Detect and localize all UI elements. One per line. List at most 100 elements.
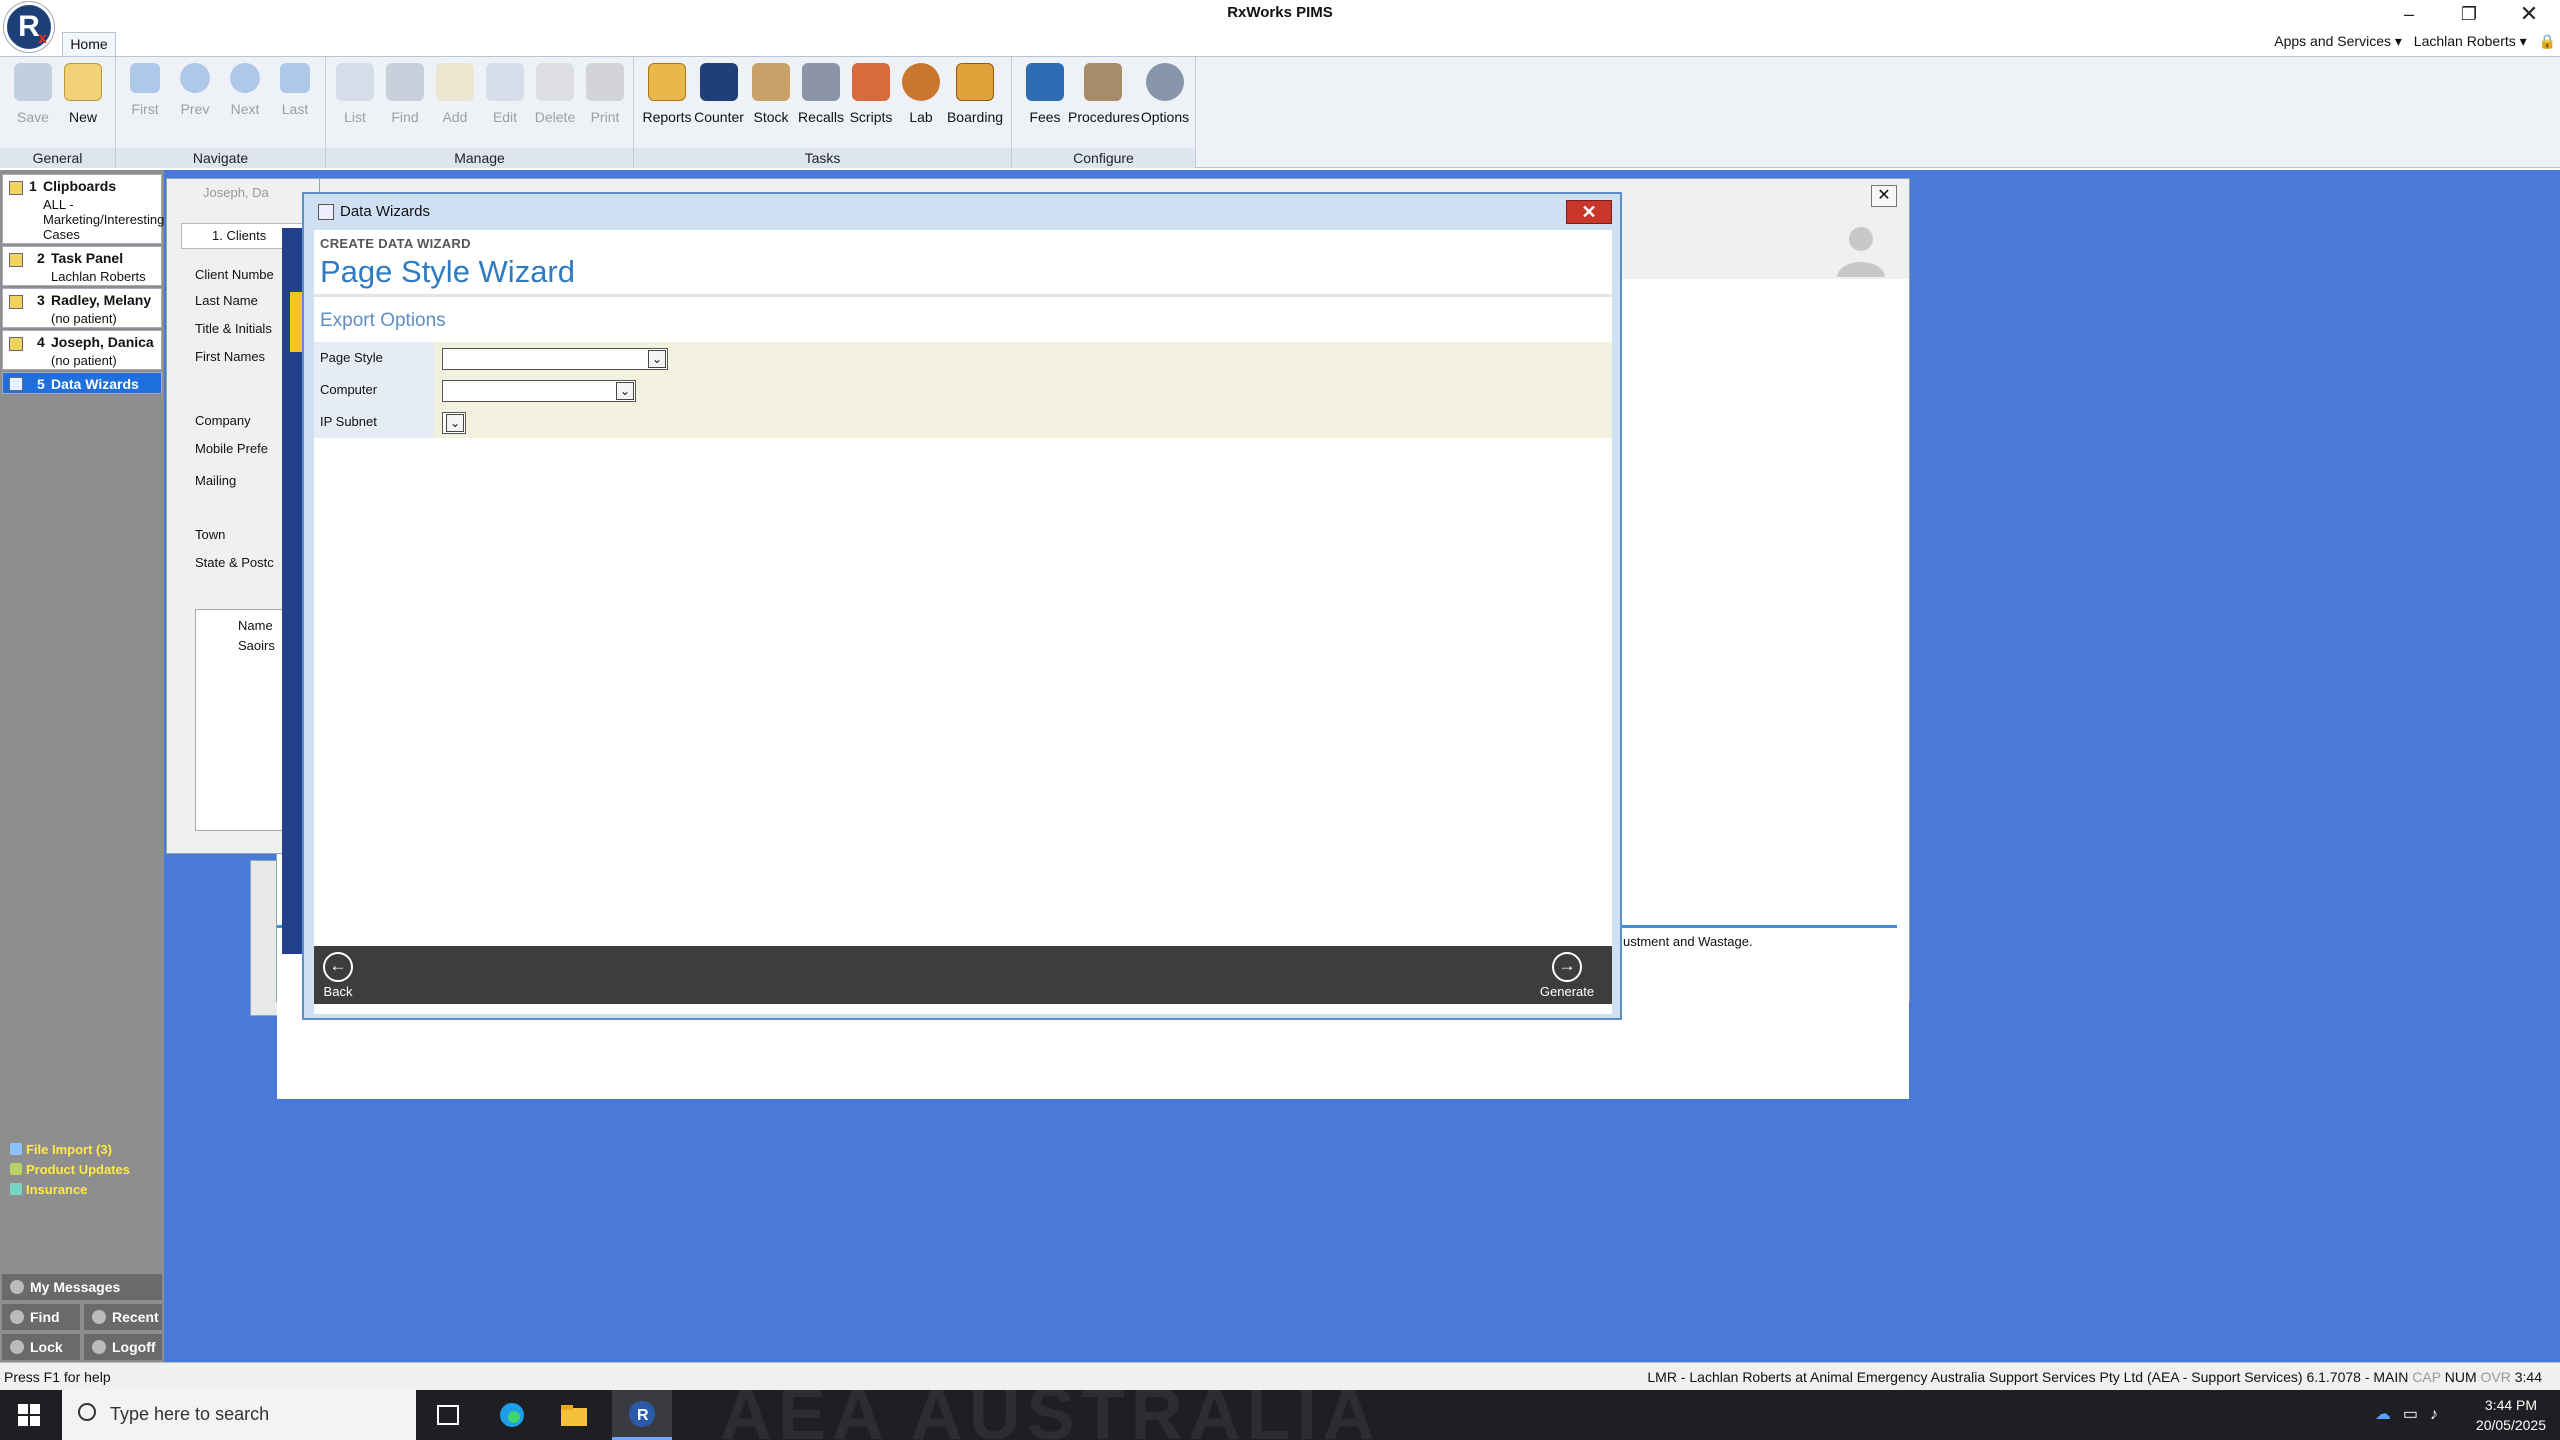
computer-label: Computer	[314, 374, 434, 406]
ribbon-group-tasks: Reports Counter Stock Recalls Scripts La…	[634, 57, 1012, 168]
app-menu-logo-icon[interactable]: Rx	[4, 2, 54, 52]
nav-item-data-wizards[interactable]: 5 Data Wizards	[2, 372, 162, 394]
logo-letter: R	[18, 10, 40, 43]
nav-item-joseph-danica[interactable]: 4 Joseph, Danica (no patient)	[2, 330, 162, 370]
background-dark-panel	[282, 228, 304, 954]
next-button[interactable]: Next	[220, 63, 270, 135]
restore-button[interactable]: ❐	[2440, 0, 2498, 28]
print-button[interactable]: Print	[580, 63, 630, 135]
wizard-footer: ← Back → Generate	[314, 946, 1612, 1004]
divider	[314, 294, 1612, 297]
list-icon	[336, 63, 374, 101]
windows-start-icon[interactable]	[18, 1404, 40, 1426]
left-navigation-panel: 1 Clipboards ALL - Marketing/Interesting…	[0, 170, 164, 1362]
dialog-title-bar: Data Wizards ✕	[304, 194, 1620, 228]
stock-scale-icon	[752, 63, 790, 101]
apps-and-services-menu[interactable]: Apps and Services ▾	[2274, 33, 2402, 49]
product-updates-link[interactable]: Product Updates	[10, 1162, 130, 1177]
page-style-select[interactable]: ⌄	[442, 348, 668, 370]
ip-subnet-label: IP Subnet	[314, 406, 434, 438]
title-bar: RxWorks PIMS – ❐ ✕	[0, 0, 2560, 30]
chevron-down-icon[interactable]: ⌄	[446, 414, 464, 432]
ribbon-group-navigate: First Prev Next Last Navigate	[116, 57, 326, 168]
options-button[interactable]: Options	[1140, 63, 1190, 135]
recent-button[interactable]: Recent	[84, 1304, 162, 1330]
minimize-button[interactable]: –	[2380, 0, 2438, 28]
system-tray-icons[interactable]: ☁▭♪	[2375, 1404, 2450, 1424]
scripts-syringe-icon	[852, 63, 890, 101]
background-close-icon[interactable]: ✕	[1871, 185, 1897, 207]
nav-item-task-panel[interactable]: 2 Task Panel Lachlan Roberts	[2, 246, 162, 286]
mailing-label: Mailing	[195, 473, 237, 488]
app-title: RxWorks PIMS	[1227, 4, 1333, 21]
ribbon-group-general: Save New General	[0, 57, 116, 168]
data-wizard-icon	[318, 204, 334, 220]
product-updates-icon	[10, 1163, 22, 1175]
my-messages-button[interactable]: My Messages	[2, 1274, 162, 1300]
last-button[interactable]: Last	[270, 63, 320, 135]
client-number-label: Client Numbe	[195, 267, 274, 282]
taskbar-search-input[interactable]: Type here to search	[62, 1390, 416, 1440]
recalls-printer-icon	[802, 63, 840, 101]
procedures-button[interactable]: Procedures	[1068, 63, 1140, 135]
first-button[interactable]: First	[120, 63, 170, 135]
rxworks-taskbar-icon[interactable]: R	[612, 1390, 672, 1440]
last-record-icon	[280, 63, 310, 93]
lab-button[interactable]: Lab	[896, 63, 946, 135]
computer-select[interactable]: ⌄	[442, 380, 636, 402]
volume-icon[interactable]: ♪	[2430, 1406, 2450, 1423]
overwrite-indicator: OVR	[2480, 1369, 2511, 1385]
file-import-link[interactable]: File Import (3)	[10, 1142, 112, 1157]
first-names-label: First Names	[195, 349, 266, 364]
account-area: Apps and Services ▾ Lachlan Roberts ▾ 🔒	[2266, 33, 2556, 50]
ribbon-group-configure: Fees Procedures Options Configure	[1012, 57, 1196, 168]
nav-item-clipboards[interactable]: 1 Clipboards ALL - Marketing/Interesting…	[2, 174, 164, 244]
logoff-button[interactable]: Logoff	[84, 1334, 162, 1360]
task-panel-icon	[9, 253, 23, 267]
previous-arrow-icon	[180, 63, 210, 93]
session-info: LMR - Lachlan Roberts at Animal Emergenc…	[1647, 1369, 2409, 1385]
logo-mark: x	[38, 30, 47, 47]
file-import-icon	[10, 1143, 22, 1155]
lock-button[interactable]: Lock	[2, 1334, 80, 1360]
envelope-icon	[10, 1280, 24, 1294]
boarding-button[interactable]: Boarding	[947, 63, 1003, 135]
back-button[interactable]: ← Back	[318, 952, 358, 999]
clock-time: 3:44 PM	[2484, 1397, 2538, 1413]
grid-row[interactable]: Saoirs	[238, 638, 275, 653]
last-name-label: Last Name	[195, 293, 258, 308]
data-wizard-icon	[9, 377, 23, 391]
lock-icon[interactable]: 🔒	[2539, 33, 2556, 49]
user-menu[interactable]: Lachlan Roberts ▾	[2414, 33, 2527, 49]
tab-home[interactable]: Home	[62, 32, 116, 57]
generate-button[interactable]: → Generate	[1530, 952, 1604, 999]
printer-icon	[586, 63, 624, 101]
prev-button[interactable]: Prev	[170, 63, 220, 135]
chevron-down-icon[interactable]: ⌄	[648, 350, 666, 368]
nav-item-radley-melany[interactable]: 3 Radley, Melany (no patient)	[2, 288, 162, 328]
onedrive-cloud-icon[interactable]: ☁	[2375, 1406, 2403, 1423]
network-icon[interactable]: ▭	[2403, 1406, 2430, 1423]
dialog-close-button[interactable]: ✕	[1566, 200, 1612, 224]
town-label: Town	[195, 527, 226, 542]
edge-browser-icon[interactable]	[496, 1400, 528, 1430]
insurance-link[interactable]: Insurance	[10, 1182, 87, 1197]
nav-find-button[interactable]: Find	[2, 1304, 80, 1330]
state-label: State & Postc	[195, 555, 274, 570]
fees-button[interactable]: Fees	[1020, 63, 1070, 135]
mobile-label: Mobile Prefe	[195, 441, 268, 456]
search-icon	[10, 1310, 24, 1324]
title-initials-label: Title & Initials	[195, 321, 272, 336]
task-view-icon[interactable]	[432, 1400, 464, 1430]
file-explorer-icon[interactable]	[558, 1400, 590, 1430]
reports-scroll-icon	[648, 63, 686, 101]
ip-subnet-select[interactable]: ⌄	[442, 412, 466, 434]
fees-icon	[1026, 63, 1064, 101]
new-document-icon	[64, 63, 102, 101]
taskbar-clock[interactable]: 3:44 PM 20/05/2025	[2476, 1395, 2546, 1435]
padlock-icon	[10, 1340, 24, 1354]
chevron-down-icon[interactable]: ⌄	[616, 382, 634, 400]
ribbon-tab-row: Home Apps and Services ▾ Lachlan Roberts…	[0, 30, 2560, 57]
new-button[interactable]: New	[58, 63, 108, 135]
close-window-button[interactable]: ✕	[2500, 0, 2558, 28]
